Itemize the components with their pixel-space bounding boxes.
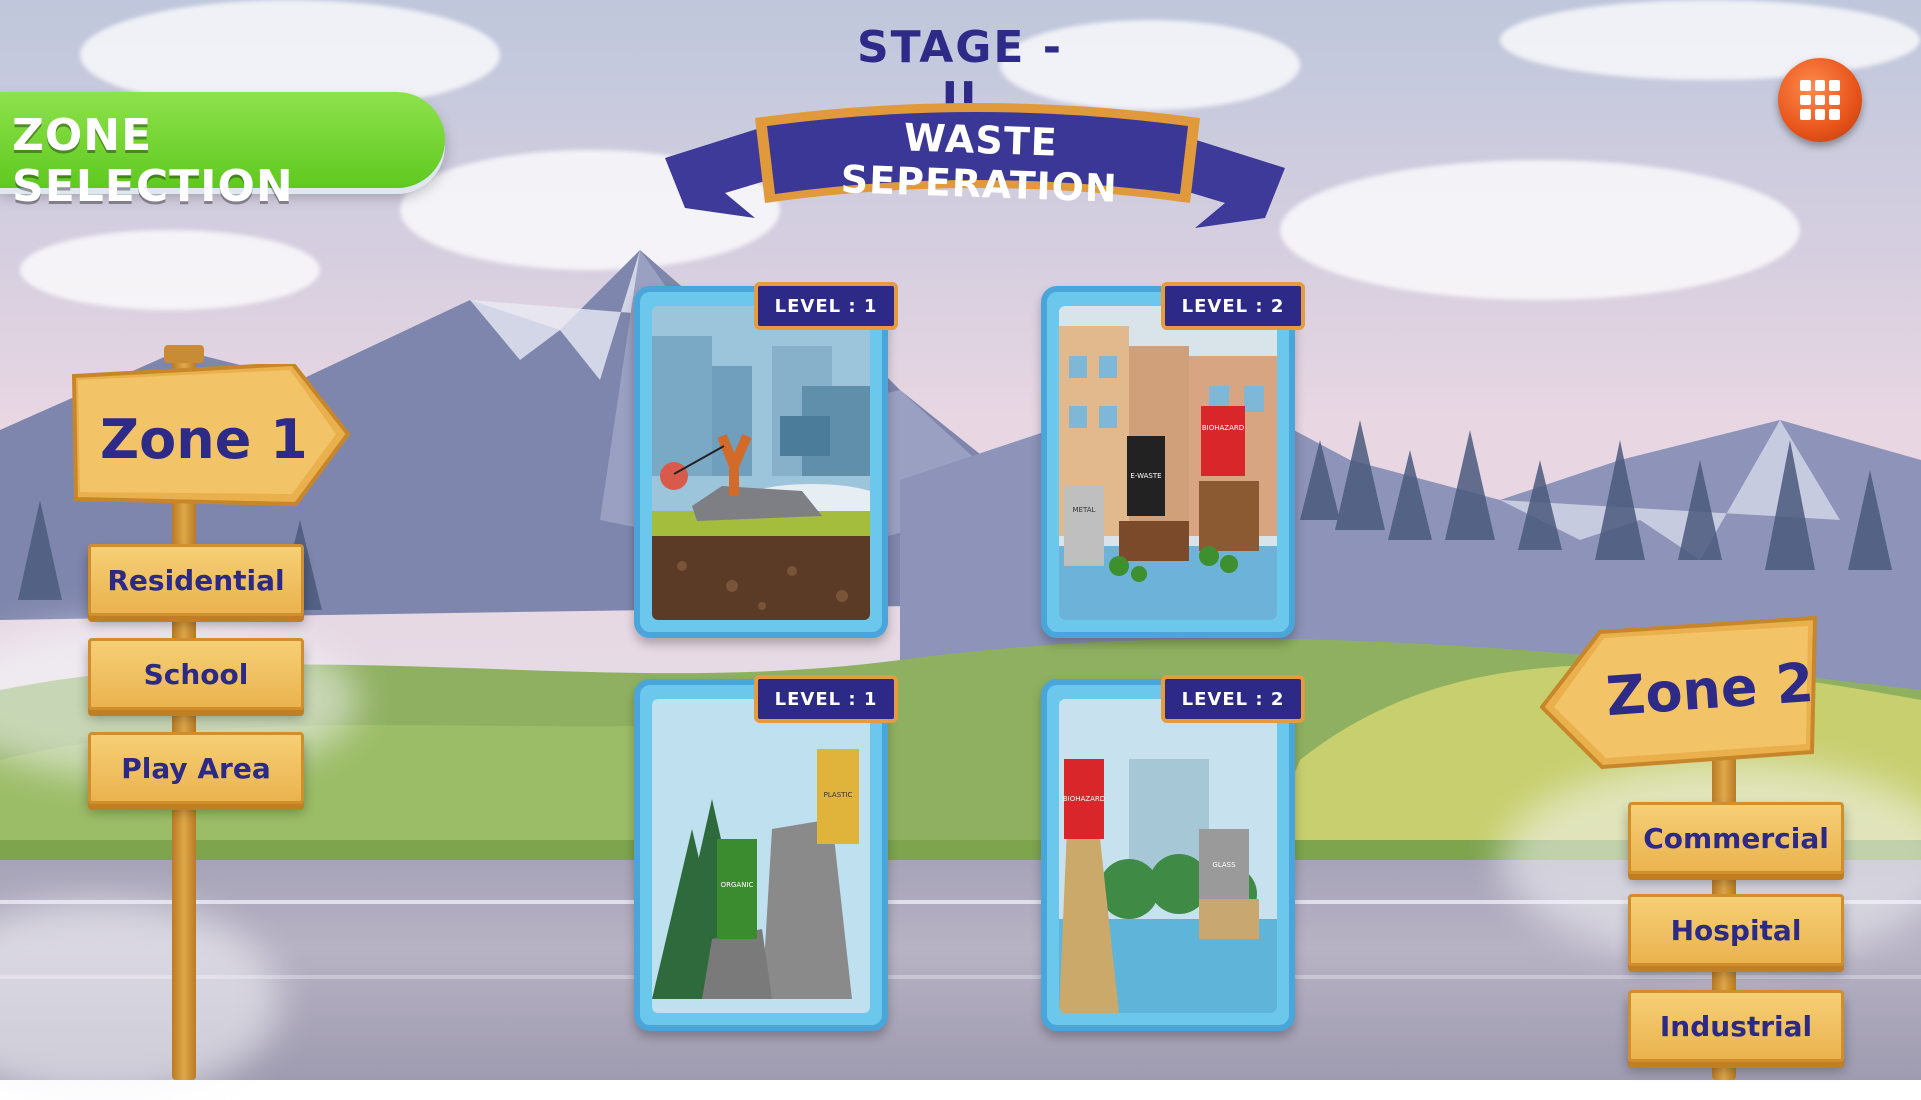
zone-selection-tab: ZONE SELECTION bbox=[0, 92, 445, 212]
zone1-school-button[interactable]: School bbox=[88, 638, 304, 710]
industrial-label: Industrial bbox=[1659, 1009, 1813, 1043]
level-preview-river-bins: BIOHAZARD GLASS bbox=[1059, 699, 1277, 1013]
residential-label: Residential bbox=[107, 563, 285, 597]
bin-label-glass: GLASS bbox=[1212, 861, 1236, 869]
zone2-hospital-button[interactable]: Hospital bbox=[1628, 894, 1844, 966]
level-card-3[interactable]: ORGANIC PLASTIC LEVEL : 1 bbox=[634, 675, 898, 1031]
level-preview-city-bins: METAL E-WASTE BIOHAZARD bbox=[1059, 306, 1277, 620]
zone1-title: Zone 1 bbox=[100, 408, 308, 471]
menu-button[interactable] bbox=[1778, 58, 1862, 142]
play-area-label: Play Area bbox=[121, 751, 271, 785]
bin-label-plastic: PLASTIC bbox=[824, 791, 853, 799]
zone2-industrial-button[interactable]: Industrial bbox=[1628, 990, 1844, 1062]
level-badge: LEVEL : 1 bbox=[754, 675, 898, 723]
commercial-label: Commercial bbox=[1643, 821, 1829, 855]
level-badge: LEVEL : 2 bbox=[1161, 675, 1305, 723]
zone2-commercial-button[interactable]: Commercial bbox=[1628, 802, 1844, 874]
grid-menu-icon bbox=[1800, 80, 1840, 120]
level-badge: LEVEL : 2 bbox=[1161, 282, 1305, 330]
bin-label-metal: METAL bbox=[1073, 506, 1096, 514]
hospital-label: Hospital bbox=[1670, 913, 1802, 947]
bin-label-organic: ORGANIC bbox=[721, 881, 754, 889]
bin-label-ewaste: E-WASTE bbox=[1130, 472, 1161, 480]
level-preview-slingshot bbox=[652, 306, 870, 620]
zone1-play-area-button[interactable]: Play Area bbox=[88, 732, 304, 804]
zone1-residential-button[interactable]: Residential bbox=[88, 544, 304, 616]
signpost-cap bbox=[164, 345, 204, 363]
road-line bbox=[0, 975, 1921, 979]
banner-title: WASTE SEPERATION bbox=[840, 115, 1119, 211]
level-badge: LEVEL : 1 bbox=[754, 282, 898, 330]
level-card-2[interactable]: METAL E-WASTE BIOHAZARD LEVEL : 2 bbox=[1041, 282, 1305, 638]
bin-label-biohazard: BIOHAZARD bbox=[1202, 424, 1244, 432]
school-label: School bbox=[143, 657, 249, 691]
bin-label-biohazard-2: BIOHAZARD bbox=[1063, 795, 1105, 803]
level-card-4[interactable]: BIOHAZARD GLASS LEVEL : 2 bbox=[1041, 675, 1305, 1031]
level-card-1[interactable]: LEVEL : 1 bbox=[634, 282, 898, 638]
level-preview-forest-bins: ORGANIC PLASTIC bbox=[652, 699, 870, 1013]
zone-selection-label: ZONE SELECTION bbox=[12, 110, 294, 212]
